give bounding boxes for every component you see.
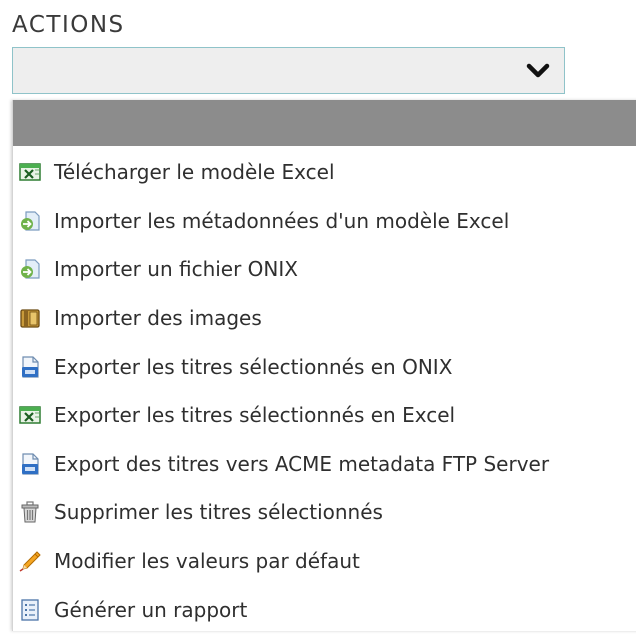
menu-item-import-images[interactable]: Importer des images <box>13 294 636 343</box>
trash-icon <box>21 501 39 523</box>
report-icon <box>21 598 39 621</box>
actions-select[interactable] <box>12 47 565 94</box>
menu-item-edit-defaults[interactable]: Modifier les valeurs par défaut <box>13 537 636 586</box>
menu-item-label: Télécharger le modèle Excel <box>54 160 335 185</box>
menu-item-label: Importer des images <box>54 306 262 331</box>
import-icon <box>21 211 40 231</box>
dropdown-header <box>13 100 636 146</box>
document-export-icon <box>22 453 39 475</box>
menu-item-label: Importer les métadonnées d'un modèle Exc… <box>54 208 510 233</box>
menu-item-download-excel-template[interactable]: Télécharger le modèle Excel <box>13 148 636 197</box>
menu-item-export-selected-onix[interactable]: Exporter les titres sélectionnés en ONIX <box>13 342 636 391</box>
menu-item-label: Générer un rapport <box>54 597 248 622</box>
menu-item-export-selected-excel[interactable]: Exporter les titres sélectionnés en Exce… <box>13 391 636 440</box>
actions-menu: Télécharger le modèle Excel Importer les… <box>13 148 636 634</box>
menu-item-label: Importer un fichier ONIX <box>54 257 298 282</box>
menu-item-label: Exporter les titres sélectionnés en Exce… <box>54 403 456 428</box>
menu-item-export-to-ftp[interactable]: Export des titres vers ACME metadata FTP… <box>13 440 636 489</box>
chevron-down-icon <box>526 63 550 78</box>
excel-icon <box>19 163 41 182</box>
menu-item-delete-selected[interactable]: Supprimer les titres sélectionnés <box>13 488 636 537</box>
import-icon <box>21 259 40 280</box>
menu-item-label: Export des titres vers ACME metadata FTP… <box>54 451 550 476</box>
actions-dropdown: Télécharger le modèle Excel Importer les… <box>12 100 636 631</box>
menu-item-generate-report[interactable]: Générer un rapport <box>13 585 636 634</box>
pencil-icon <box>19 551 41 572</box>
excel-icon <box>19 406 41 425</box>
section-title: ACTIONS <box>12 12 125 38</box>
menu-item-import-excel-metadata[interactable]: Importer les métadonnées d'un modèle Exc… <box>13 197 636 246</box>
images-folder-icon <box>20 309 40 328</box>
document-export-icon <box>22 356 39 378</box>
menu-item-label: Supprimer les titres sélectionnés <box>54 500 383 525</box>
menu-item-label: Modifier les valeurs par défaut <box>54 549 360 574</box>
menu-item-label: Exporter les titres sélectionnés en ONIX <box>54 354 453 379</box>
menu-item-import-onix-file[interactable]: Importer un fichier ONIX <box>13 245 636 294</box>
